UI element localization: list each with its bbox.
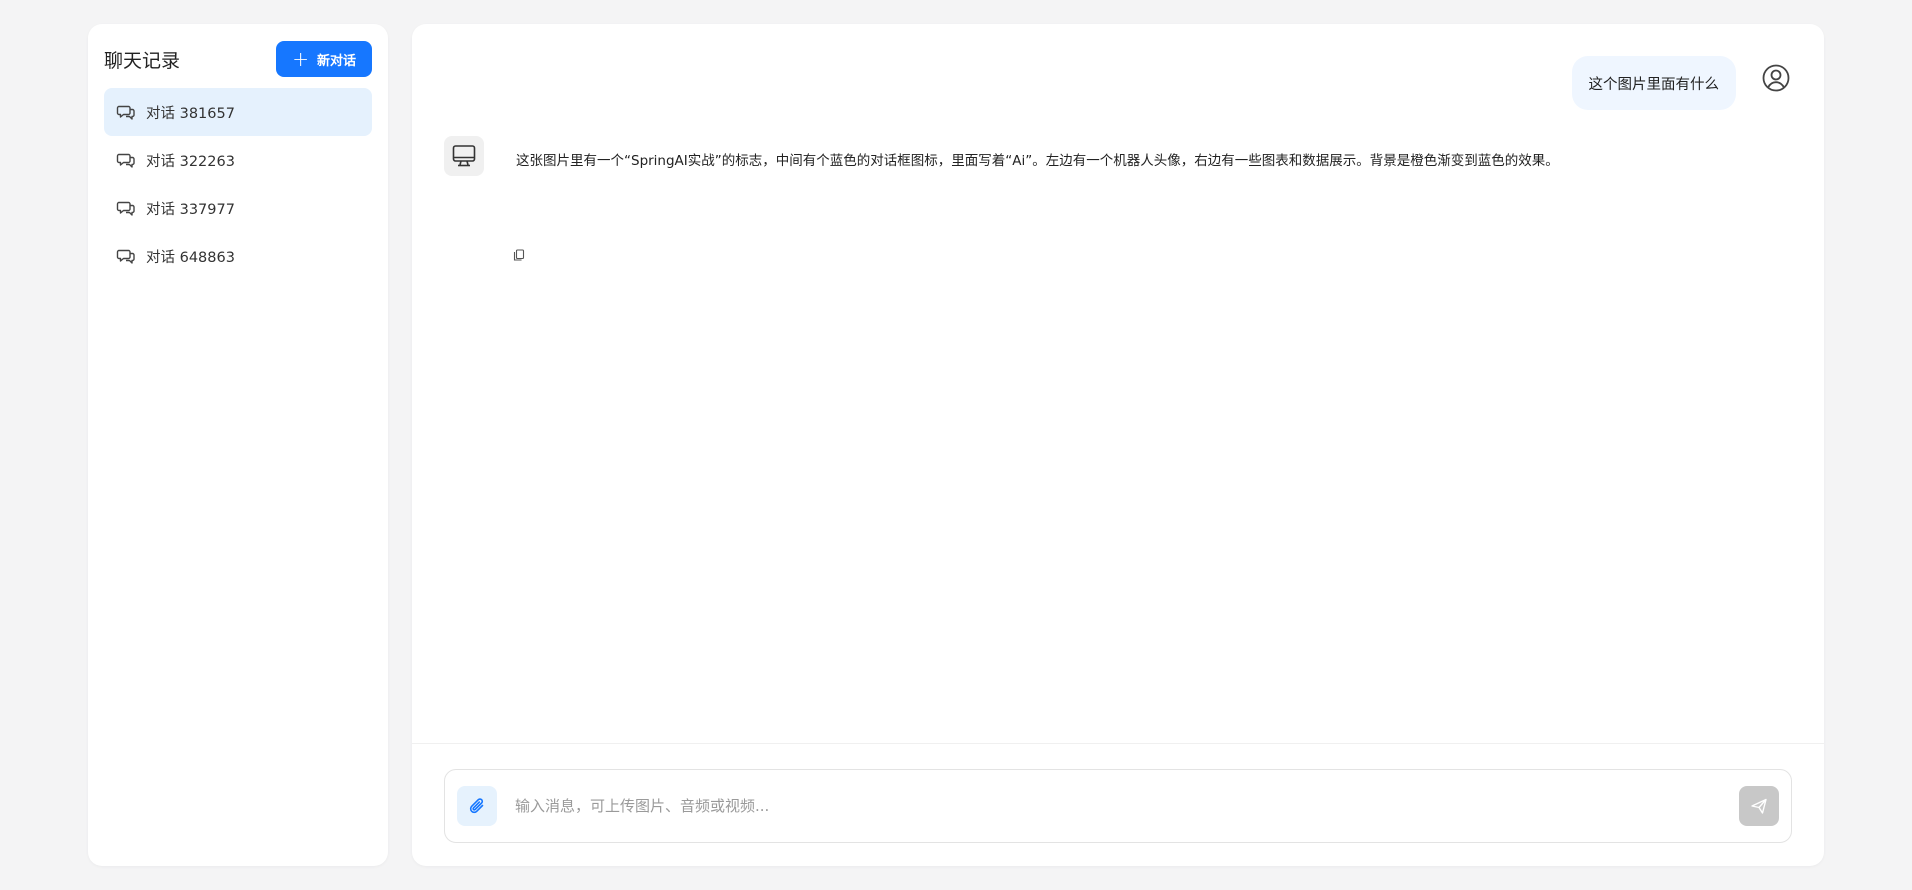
plus-icon: +	[292, 47, 309, 71]
message-list[interactable]: 这个图片里面有什么 这张图片里有一个“SpringAI实战”的标志，中间有个蓝色…	[412, 24, 1824, 744]
conversation-item[interactable]: 对话 648863	[104, 232, 372, 280]
conversation-label: 对话 381657	[146, 105, 235, 122]
sidebar-header: 聊天记录 + 新对话	[104, 40, 372, 78]
chat-bubbles-icon	[116, 102, 136, 122]
user-circle-icon	[1762, 64, 1790, 92]
monitor-icon	[452, 145, 476, 167]
user-message-text: 这个图片里面有什么	[1588, 76, 1720, 93]
conversation-item[interactable]: 对话 337977	[104, 184, 372, 232]
conversation-list: 对话 381657 对话 322263 对话 337977 对话 648863	[104, 88, 372, 280]
attach-button[interactable]	[457, 786, 497, 826]
chat-app: 聊天记录 + 新对话 对话 381657 对话 322263 对话 337977…	[0, 0, 1912, 890]
composer	[444, 769, 1792, 843]
bot-message-text: 这张图片里有一个“SpringAI实战”的标志，中间有个蓝色的对话框图标，里面写…	[516, 153, 1559, 169]
conversation-label: 对话 322263	[146, 153, 235, 170]
user-avatar	[1760, 62, 1792, 94]
conversation-label: 对话 337977	[146, 201, 235, 218]
conversation-item[interactable]: 对话 322263	[104, 136, 372, 184]
new-chat-button[interactable]: + 新对话	[276, 41, 372, 77]
chat-bubbles-icon	[116, 150, 136, 170]
send-icon	[1751, 798, 1767, 814]
conversation-label: 对话 648863	[146, 249, 235, 266]
message-input[interactable]	[497, 786, 1739, 826]
bot-avatar	[444, 136, 484, 176]
paperclip-icon	[469, 798, 484, 814]
chat-bubbles-icon	[116, 246, 136, 266]
copy-icon	[513, 249, 525, 261]
new-chat-label: 新对话	[316, 53, 356, 69]
chat-bubbles-icon	[116, 198, 136, 218]
chat-panel: 这个图片里面有什么 这张图片里有一个“SpringAI实战”的标志，中间有个蓝色…	[412, 24, 1824, 866]
user-message-bubble: 这个图片里面有什么	[1571, 56, 1736, 110]
copy-button[interactable]	[508, 244, 530, 266]
sidebar-title: 聊天记录	[104, 49, 181, 72]
send-button[interactable]	[1739, 786, 1779, 826]
conversation-item[interactable]: 对话 381657	[104, 88, 372, 136]
sidebar: 聊天记录 + 新对话 对话 381657 对话 322263 对话 337977…	[88, 24, 388, 866]
